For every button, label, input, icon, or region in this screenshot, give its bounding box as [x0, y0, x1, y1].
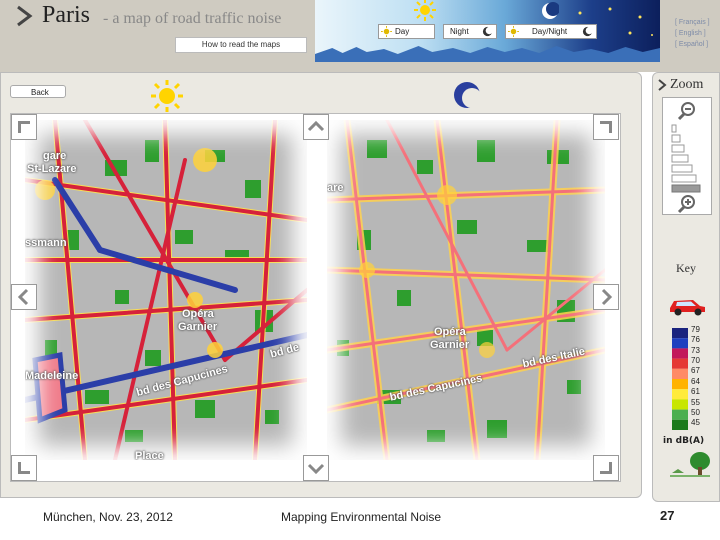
legend-tick: 61 [691, 387, 700, 396]
corner-arrow-icon [600, 121, 612, 133]
moon-icon [542, 2, 559, 19]
day-mode-label: Day [395, 27, 410, 36]
pan-northwest-button[interactable] [11, 114, 37, 140]
legend-tick: 70 [691, 356, 700, 365]
footer-date: München, Nov. 23, 2012 [43, 510, 173, 524]
map-label: Opéra [434, 326, 466, 338]
map-label: Madeleine [25, 370, 79, 382]
legend-tick: 64 [691, 377, 700, 386]
language-link-spanish[interactable]: [ Español ] [675, 41, 708, 48]
day-night-mode-button[interactable]: Day/Night [505, 24, 597, 39]
legend-swatch [672, 348, 688, 359]
language-link-french[interactable]: [ Français ] [675, 19, 710, 26]
corner-arrow-icon [18, 462, 30, 474]
chevron-left-icon [17, 288, 29, 306]
chevron-down-icon [307, 463, 325, 475]
pan-south-button[interactable] [303, 455, 329, 481]
tree-icon [670, 452, 710, 477]
how-to-read-button[interactable]: How to read the maps [175, 37, 307, 53]
sun-icon [508, 26, 519, 37]
night-mode-button[interactable]: Night [443, 24, 497, 39]
map-label: are [327, 182, 344, 194]
pan-west-button[interactable] [11, 284, 37, 310]
legend-swatch [672, 419, 688, 430]
legend-tick: 73 [691, 346, 700, 355]
night-noise-map[interactable]: are Opéra Garnier bd des Italie bd des C… [327, 120, 605, 460]
page-title: Paris [42, 2, 90, 28]
footer-title: Mapping Environmental Noise [281, 510, 442, 524]
night-mode-label: Night [450, 27, 469, 36]
zoom-control [662, 97, 712, 215]
chevron-right-icon [658, 79, 667, 91]
pan-north-button[interactable] [303, 114, 329, 140]
legend-swatch [672, 399, 688, 410]
zoom-level-slider[interactable] [671, 123, 703, 193]
legend-swatch [672, 368, 688, 379]
legend-tick: 79 [691, 325, 700, 334]
legend-tick: 55 [691, 398, 700, 407]
language-link-english[interactable]: [ English ] [675, 30, 706, 37]
map-label: Garnier [430, 339, 470, 351]
legend-swatch [672, 379, 688, 390]
pan-northeast-button[interactable] [593, 114, 619, 140]
legend-swatch [672, 409, 688, 420]
page-number: 27 [660, 508, 675, 523]
legend-tick: 67 [691, 366, 700, 375]
moon-icon [582, 26, 593, 37]
legend-tick: 50 [691, 408, 700, 417]
chevron-right-icon [601, 288, 613, 306]
zoom-out-icon[interactable] [677, 101, 697, 121]
back-button[interactable]: Back [10, 85, 66, 98]
legend-swatch [672, 338, 688, 349]
map-label: ssmann [25, 237, 67, 249]
zoom-heading: Zoom [670, 77, 704, 92]
legend-swatch [672, 389, 688, 400]
chevron-right-icon [17, 5, 33, 27]
moon-icon [482, 26, 493, 37]
map-label: Place [135, 450, 164, 460]
map-label: Garnier [178, 321, 218, 333]
sun-icon [414, 0, 436, 21]
pan-east-button[interactable] [593, 284, 619, 310]
map-label: Opéra [182, 308, 214, 320]
pan-southeast-button[interactable] [593, 455, 619, 481]
noise-color-scale [672, 328, 688, 430]
page-subtitle: - a map of road traffic noise [103, 10, 282, 27]
pan-southwest-button[interactable] [11, 455, 37, 481]
legend-swatch [672, 328, 688, 339]
key-heading: Key [676, 261, 696, 275]
corner-arrow-icon [600, 462, 612, 474]
chevron-up-icon [307, 120, 325, 132]
night-map-graphic [327, 120, 605, 460]
legend-tick: 45 [691, 418, 700, 427]
sun-icon [151, 80, 183, 112]
day-noise-map[interactable]: gare St-Lazare ssmann Opéra Garnier bd d… [25, 120, 307, 460]
car-icon [670, 300, 705, 316]
day-mode-button[interactable]: Day [378, 24, 435, 39]
sun-icon [381, 26, 392, 37]
map-label: St-Lazare [27, 163, 77, 175]
zoom-in-icon[interactable] [677, 194, 697, 214]
unit-label: in dB(A) [663, 436, 705, 446]
skyline-strip [315, 46, 660, 62]
legend-swatch [672, 358, 688, 369]
corner-arrow-icon [18, 121, 30, 133]
day-night-mode-label: Day/Night [532, 27, 568, 36]
map-label: gare [43, 150, 67, 162]
moon-icon [454, 82, 482, 108]
legend-tick: 76 [691, 335, 700, 344]
